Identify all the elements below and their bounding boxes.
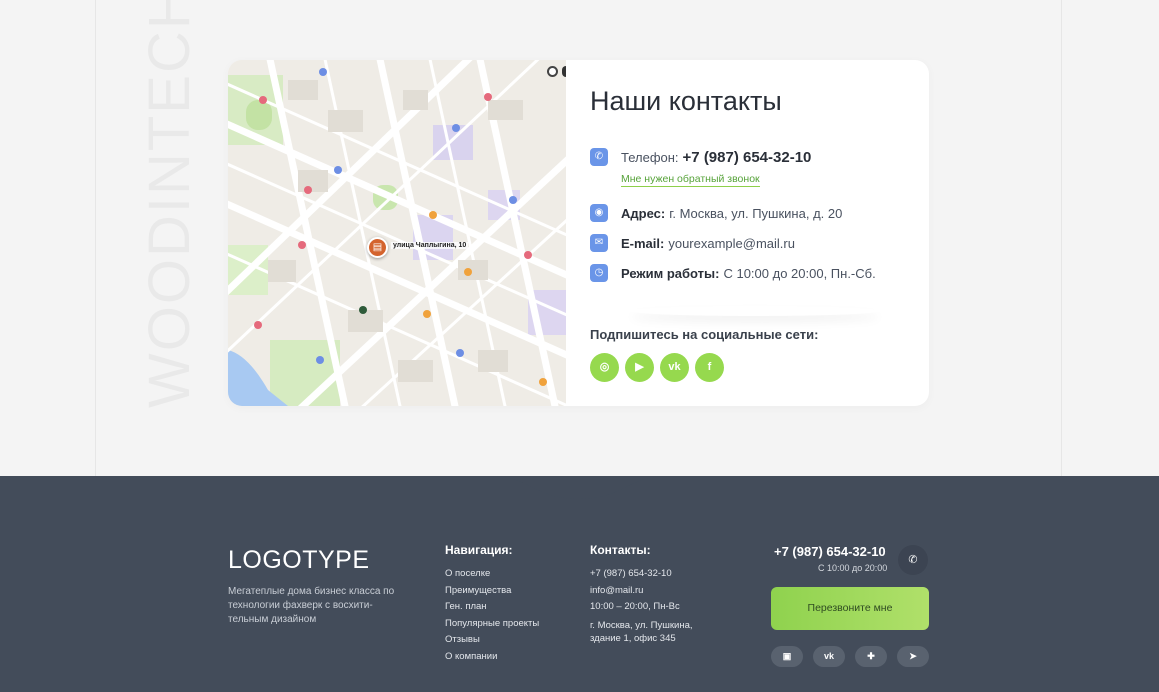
nav-item-projects[interactable]: Популярные проекты bbox=[445, 618, 539, 630]
email-row: ✉ E-mail: yourexample@mail.ru bbox=[590, 234, 795, 252]
mail-icon: ✉ bbox=[590, 234, 608, 252]
social-title: Подпишитесь на социальные сети: bbox=[590, 327, 819, 342]
footer-notch bbox=[0, 476, 1159, 505]
footer-social: ▣ vk ✚ ➤ bbox=[771, 646, 929, 667]
map-tiles bbox=[228, 60, 566, 406]
nav-item-company[interactable]: О компании bbox=[445, 651, 539, 663]
tagline: Мегатеплые дома бизнес класса по техноло… bbox=[228, 586, 395, 625]
clock-icon: ◷ bbox=[590, 264, 608, 282]
map-control-icon[interactable] bbox=[562, 66, 566, 77]
phone-label: Телефон: bbox=[621, 149, 679, 165]
youtube-icon[interactable]: ▣ bbox=[771, 646, 803, 667]
social-buttons: ◎ ▶ vk f bbox=[590, 353, 724, 382]
nav-item-about[interactable]: О поселке bbox=[445, 568, 539, 580]
phone-row: ✆ Телефон: +7 (987) 654-32-10 bbox=[590, 148, 811, 166]
hours-label: Режим работы: bbox=[621, 265, 720, 281]
contacts-info: Наши контакты ✆ Телефон: +7 (987) 654-32… bbox=[590, 60, 929, 406]
watermark: WOODINTECH bbox=[136, 0, 203, 408]
footer-contact-hours: 10:00 – 20:00, Пн-Вс bbox=[590, 601, 680, 612]
map-layer-toggle[interactable] bbox=[547, 66, 558, 77]
location-pin-icon[interactable]: ▤ bbox=[367, 237, 388, 258]
footer-contact-email[interactable]: info@mail.ru bbox=[590, 585, 715, 597]
phone-icon: ✆ bbox=[590, 148, 608, 166]
address-value: г. Москва, ул. Пушкина, д. 20 bbox=[669, 205, 843, 221]
vk-icon[interactable]: vk bbox=[813, 646, 845, 667]
plus-icon[interactable]: ✚ bbox=[855, 646, 887, 667]
footer-hours: С 10:00 до 20:00 bbox=[818, 563, 888, 573]
address-row: ◉ Адрес: г. Москва, ул. Пушкина, д. 20 bbox=[590, 204, 842, 222]
vk-icon[interactable]: vk bbox=[660, 353, 689, 382]
address-label: Адрес: bbox=[621, 205, 666, 221]
email-value[interactable]: yourexample@mail.ru bbox=[668, 236, 795, 251]
footer-contact-address: г. Москва, ул. Пушкина, здание 1, офис 3… bbox=[590, 619, 693, 644]
youtube-icon[interactable]: ▶ bbox=[625, 353, 654, 382]
nav-title: Навигация: bbox=[445, 543, 513, 557]
footer-contacts-title: Контакты: bbox=[590, 543, 651, 557]
logo[interactable]: LOGOTYPE bbox=[228, 546, 370, 575]
facebook-icon[interactable]: f bbox=[695, 353, 724, 382]
instagram-icon[interactable]: ◎ bbox=[590, 353, 619, 382]
map[interactable]: ▤ улица Чаплыгина, 10 bbox=[228, 60, 566, 406]
callback-button[interactable]: Перезвоните мне bbox=[771, 587, 929, 630]
telegram-icon[interactable]: ➤ bbox=[897, 646, 929, 667]
nav-item-advantages[interactable]: Преимущества bbox=[445, 585, 539, 597]
nav-item-plan[interactable]: Ген. план bbox=[445, 601, 539, 613]
footer-contact-phone[interactable]: +7 (987) 654-32-10 bbox=[590, 568, 715, 580]
email-label: E-mail: bbox=[621, 235, 665, 251]
nav-list: О поселке Преимущества Ген. план Популяр… bbox=[445, 568, 539, 668]
phone-value[interactable]: +7 (987) 654-32-10 bbox=[683, 149, 812, 166]
layout-guide-right bbox=[1061, 0, 1062, 476]
contacts-title: Наши контакты bbox=[590, 86, 782, 116]
nav-item-reviews[interactable]: Отзывы bbox=[445, 634, 539, 646]
footer-phone[interactable]: +7 (987) 654-32-10 bbox=[774, 544, 886, 559]
location-icon: ◉ bbox=[590, 204, 608, 222]
phone-icon[interactable]: ✆ bbox=[898, 545, 928, 575]
layout-guide-left bbox=[95, 0, 96, 476]
callback-link[interactable]: Мне нужен обратный звонок bbox=[621, 173, 760, 187]
footer bbox=[0, 476, 1159, 692]
divider bbox=[630, 306, 880, 316]
contacts-card: ▤ улица Чаплыгина, 10 Наши контакты ✆ Те… bbox=[228, 60, 929, 406]
footer-contacts-list: +7 (987) 654-32-10 info@mail.ru 10:00 – … bbox=[590, 568, 715, 651]
hours-value: С 10:00 до 20:00, Пн.-Сб. bbox=[723, 265, 876, 281]
pin-label: улица Чаплыгина, 10 bbox=[391, 242, 469, 249]
hours-row: ◷ Режим работы: С 10:00 до 20:00, Пн.-Сб… bbox=[590, 264, 876, 282]
